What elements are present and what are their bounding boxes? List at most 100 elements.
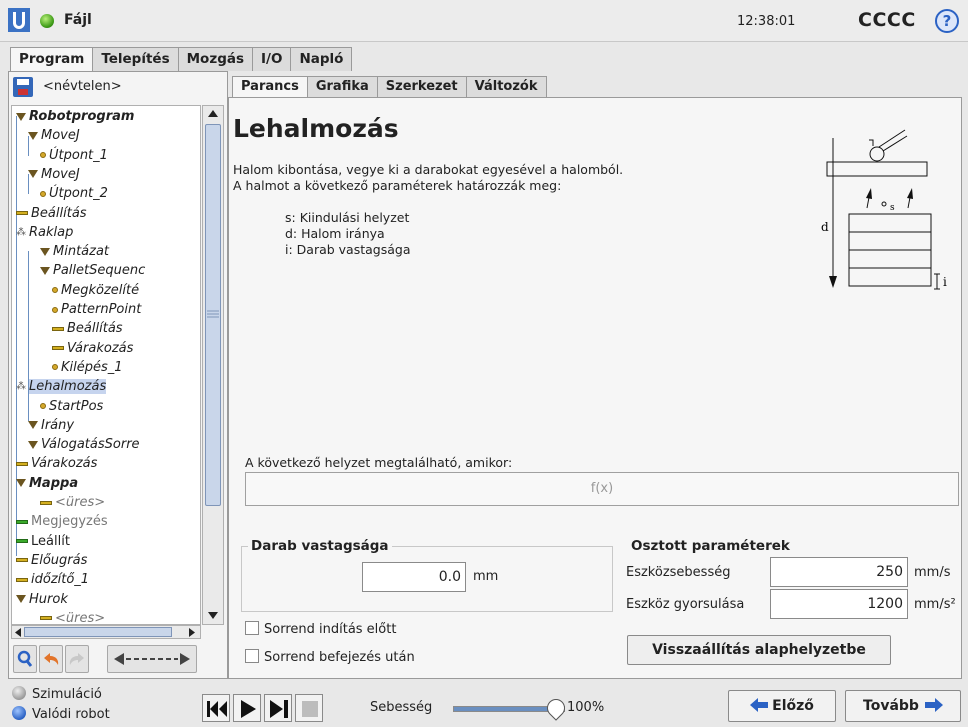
rewind-button[interactable] [202, 694, 230, 722]
tree-node[interactable]: Hurok [16, 590, 68, 609]
tree-node[interactable]: PatternPoint [52, 300, 141, 319]
parameter-list: s: Kiindulási helyzet d: Halom iránya i:… [285, 210, 410, 258]
tree-node[interactable]: StartPos [40, 397, 103, 416]
real-robot-radio-icon[interactable] [12, 706, 26, 720]
tree-node[interactable]: Mintázat [40, 242, 109, 261]
tool-accel-label: Eszköz gyorsulása [626, 597, 745, 612]
tab-log[interactable]: Napló [290, 47, 353, 71]
tree-node-label: Várakozás [31, 456, 98, 472]
tree-node-label: Útpont_1 [49, 147, 108, 163]
tree-node[interactable]: <üres> [40, 609, 105, 624]
diagram-i-label: i [943, 275, 947, 289]
step-button[interactable] [264, 694, 292, 722]
checkbox-box[interactable] [245, 649, 259, 663]
program-tree[interactable]: Robotprogram MoveJ Útpont_1 MoveJ Útpont_2 Be… [11, 105, 201, 625]
tab-program[interactable]: Program [10, 47, 94, 71]
tree-node[interactable]: időzítő_1 [16, 570, 89, 589]
sequence-before-start-checkbox[interactable]: Sorrend indítás előtt [245, 621, 396, 637]
pallet-icon: ⁂ [16, 226, 26, 238]
tree-node[interactable]: Beállítás [16, 204, 87, 223]
tree-node[interactable]: ⁂ Lehalmozás [16, 377, 107, 396]
universal-robots-logo [8, 8, 30, 32]
save-icon[interactable] [13, 77, 33, 97]
undo-button[interactable] [39, 645, 63, 673]
speed-label: Sebesség [370, 700, 433, 715]
previous-button[interactable]: Előző [728, 690, 836, 722]
hscroll-thumb[interactable] [24, 627, 172, 637]
tool-accel-unit: mm/s² [914, 597, 956, 612]
checkbox-box[interactable] [245, 621, 259, 635]
tree-node[interactable]: Leállít [16, 532, 70, 551]
tree-node[interactable]: Megjegyzés [16, 512, 108, 531]
shared-params-group: Osztott paraméterek Eszközsebesség 250 m… [625, 538, 959, 632]
search-button[interactable] [13, 645, 37, 673]
scroll-up-icon[interactable] [208, 110, 218, 117]
tree-node[interactable]: Útpont_2 [40, 184, 108, 203]
description: Halom kibontása, vegye ki a darabokat eg… [233, 162, 623, 194]
tree-node[interactable]: <üres> [40, 493, 105, 512]
tree-hscrollbar[interactable] [11, 625, 201, 639]
tree-node[interactable]: Robotprogram [16, 107, 134, 126]
shared-params-title: Osztott paraméterek [628, 538, 793, 554]
triangle-icon [28, 170, 38, 179]
tree-node[interactable]: Irány [28, 416, 74, 435]
tab-graphics[interactable]: Grafika [306, 76, 378, 98]
scroll-thumb[interactable] [205, 124, 221, 506]
tree-node[interactable]: ⁂ Raklap [16, 223, 73, 242]
tree-node[interactable]: MoveJ [28, 126, 80, 145]
triangle-icon [40, 266, 50, 275]
play-button[interactable] [233, 694, 261, 722]
tree-node[interactable]: Megközelíté [52, 281, 139, 300]
tree-node[interactable]: VálogatásSorre [28, 435, 140, 454]
tab-installation[interactable]: Telepítés [92, 47, 179, 71]
tree-node[interactable]: Kilépés_1 [52, 358, 123, 377]
tree-node-label: VálogatásSorre [41, 437, 140, 453]
triangle-icon [40, 247, 50, 256]
tree-node[interactable]: Beállítás [52, 319, 123, 338]
param-d: d: Halom iránya [285, 226, 385, 241]
destack-diagram: s d i [821, 129, 947, 290]
stop-icon [302, 701, 318, 717]
tree-node[interactable]: PalletSequenc [40, 261, 145, 280]
move-node-button[interactable] [107, 645, 197, 673]
tree-node[interactable]: Útpont_1 [40, 146, 108, 165]
sequence-after-end-checkbox[interactable]: Sorrend befejezés után [245, 649, 415, 665]
pallet-icon: ⁂ [16, 381, 26, 393]
tree-node[interactable]: MoveJ [28, 165, 80, 184]
tree-node[interactable]: Várakozás [16, 454, 97, 473]
tree-scrollbar[interactable] [202, 105, 224, 625]
tab-structure[interactable]: Szerkezet [376, 76, 467, 98]
scroll-down-icon[interactable] [208, 612, 218, 619]
tab-variables[interactable]: Változók [465, 76, 547, 98]
thickness-input[interactable]: 0.0 [362, 562, 466, 592]
tree-node[interactable]: Várakozás [52, 339, 133, 358]
description-line: Halom kibontása, vegye ki a darabokat eg… [233, 162, 624, 177]
file-menu[interactable]: Fájl [64, 12, 92, 28]
tool-accel-input[interactable]: 1200 [770, 589, 908, 619]
real-robot-mode[interactable]: Valódi robot [12, 706, 110, 722]
simulation-mode[interactable]: Szimuláció [12, 686, 102, 702]
stop-button[interactable] [295, 694, 323, 722]
reset-defaults-button[interactable]: Visszaállítás alaphelyzetbe [627, 635, 891, 665]
triangle-icon [16, 595, 26, 603]
tree-node[interactable]: Előugrás [16, 551, 87, 570]
param-s: s: Kiindulási helyzet [285, 210, 410, 225]
simulation-radio-icon[interactable] [12, 686, 26, 700]
triangle-icon [16, 479, 26, 488]
speed-slider-handle[interactable] [543, 695, 569, 721]
expression-field[interactable]: f(x) [245, 472, 959, 506]
help-icon[interactable]: ? [935, 9, 959, 33]
scroll-right-icon[interactable] [189, 628, 195, 637]
tab-command[interactable]: Parancs [232, 76, 308, 98]
tree-node-label: Beállítás [31, 205, 87, 221]
next-button[interactable]: Tovább [845, 690, 961, 722]
robot-name: CCCC [858, 9, 916, 31]
tab-io[interactable]: I/O [252, 47, 292, 71]
scroll-left-icon[interactable] [15, 628, 21, 637]
bar-icon [52, 346, 64, 351]
tab-move[interactable]: Mozgás [177, 47, 253, 71]
waypoint-icon [52, 306, 58, 313]
tree-node[interactable]: Mappa [16, 474, 78, 493]
redo-button[interactable] [65, 645, 89, 673]
tool-speed-input[interactable]: 250 [770, 557, 908, 587]
